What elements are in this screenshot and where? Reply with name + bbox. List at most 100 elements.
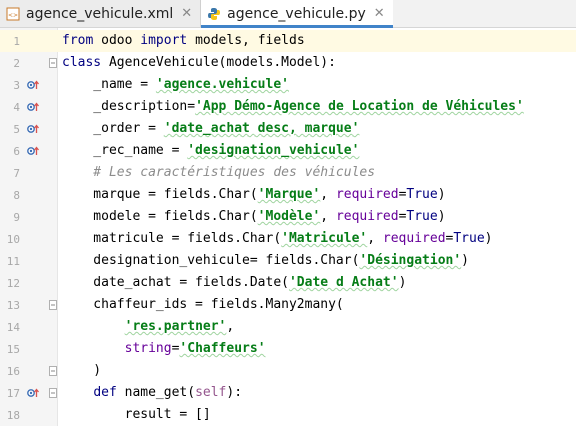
overrides-method-icon[interactable] <box>27 101 39 113</box>
token-kwa: string <box>124 341 172 356</box>
fold-icon[interactable] <box>49 58 57 68</box>
token: odoo <box>93 33 141 48</box>
code-text[interactable]: result = [] <box>62 404 211 426</box>
token-kw: True <box>406 209 438 224</box>
code-editor[interactable]: 1 from odoo import models, fields 2 class A… <box>0 28 576 426</box>
token-kwa: required <box>335 209 399 224</box>
code-text[interactable]: from odoo import models, fields <box>62 30 305 52</box>
code-line[interactable]: 12 date_achat = fields.Date('Date d Acha… <box>0 272 576 294</box>
token: matricule = fields.Char( <box>62 231 282 246</box>
tab-agence-vehicule-py[interactable]: agence_vehicule.py ✕ <box>201 0 393 28</box>
code-line[interactable]: 15 string='Chaffeurs' <box>0 338 576 360</box>
line-number: 6 <box>13 144 20 158</box>
fold-icon[interactable] <box>49 300 57 310</box>
token: ) <box>461 253 469 268</box>
token-str: 'Modèle' <box>257 209 321 224</box>
token: ) <box>398 275 407 290</box>
fold-icon[interactable] <box>49 388 57 398</box>
token: ) <box>62 363 102 378</box>
code-text[interactable]: _name = 'agence.vehicule' <box>62 74 289 96</box>
code-line[interactable]: 1 from odoo import models, fields <box>0 30 576 52</box>
line-number: 3 <box>13 78 20 92</box>
tab-label: agence_vehicule.xml <box>26 5 174 22</box>
code-text[interactable]: string='Chaffeurs' <box>62 338 266 360</box>
token: , <box>320 209 336 224</box>
line-number: 5 <box>13 122 20 136</box>
code-line[interactable]: 18 result = [] <box>0 404 576 426</box>
line-number: 2 <box>13 56 20 70</box>
code-line[interactable]: 5 _order = 'date_achat desc, marque' <box>0 118 576 140</box>
token-str: 'designation_vehicule' <box>187 143 360 158</box>
python-file-icon <box>208 7 221 20</box>
code-text[interactable]: designation_vehicule= fields.Char('Désin… <box>62 250 469 272</box>
code-line[interactable]: 6 _rec_name = 'designation_vehicule' <box>0 140 576 162</box>
token: marque = fields.Char( <box>62 187 258 202</box>
code-text[interactable]: _description='App Démo-Agence de Locatio… <box>62 96 524 118</box>
token: models, fields <box>187 33 305 48</box>
close-icon[interactable]: ✕ <box>374 6 385 21</box>
token-str: 'Désingation' <box>359 253 462 268</box>
code-text[interactable]: def name_get(self): <box>62 382 242 404</box>
code-text[interactable]: ) <box>62 360 101 382</box>
line-number: 17 <box>6 386 20 400</box>
token: designation_vehicule= fields.Char( <box>62 253 360 268</box>
token-self: self <box>195 385 227 400</box>
token: _order = <box>62 121 164 136</box>
line-number: 9 <box>13 210 20 224</box>
line-number: 11 <box>6 254 20 268</box>
line-number: 8 <box>13 188 20 202</box>
code-line[interactable]: 11 designation_vehicule= fields.Char('Dé… <box>0 250 576 272</box>
line-number: 12 <box>6 276 20 290</box>
token: AgenceVehicule(models.Model): <box>101 55 336 70</box>
code-text[interactable]: class AgenceVehicule(models.Model): <box>62 52 336 74</box>
overrides-method-icon[interactable] <box>27 145 39 157</box>
token: chaffeur_ids = fields.Many2many( <box>62 297 344 312</box>
code-text[interactable]: 'res.partner', <box>62 316 235 338</box>
close-icon[interactable]: ✕ <box>181 6 192 21</box>
token-kwa: required <box>335 187 399 202</box>
code-text[interactable]: _order = 'date_achat desc, marque' <box>62 118 359 140</box>
code-text[interactable]: chaffeur_ids = fields.Many2many( <box>62 294 344 316</box>
code-text[interactable]: matricule = fields.Char('Matricule', req… <box>62 228 492 250</box>
code-text[interactable]: # Les caractéristiques des véhicules <box>62 162 375 184</box>
code-line[interactable]: 7 # Les caractéristiques des véhicules <box>0 162 576 184</box>
token: _rec_name = <box>62 143 188 158</box>
code-line[interactable]: 9 modele = fields.Char('Modèle', require… <box>0 206 576 228</box>
token-str: 'Date d Achat' <box>288 275 399 290</box>
code-text[interactable]: marque = fields.Char('Marque', required=… <box>62 184 446 206</box>
code-line[interactable]: 8 marque = fields.Char('Marque', require… <box>0 184 576 206</box>
overrides-method-icon[interactable] <box>27 123 39 135</box>
overrides-method-icon[interactable] <box>27 79 39 91</box>
line-number: 10 <box>6 232 20 246</box>
line-number: 16 <box>6 364 20 378</box>
code-line[interactable]: 10 matricule = fields.Char('Matricule', … <box>0 228 576 250</box>
code-line[interactable]: 17 def name_get(self): <box>0 382 576 404</box>
overrides-method-icon[interactable] <box>27 387 39 399</box>
code-line[interactable]: 4 _description='App Démo-Agence de Locat… <box>0 96 576 118</box>
line-number: 14 <box>6 320 20 334</box>
code-line[interactable]: 16 ) <box>0 360 576 382</box>
tab-agence-vehicule-xml[interactable]: <> agence_vehicule.xml ✕ <box>0 0 201 27</box>
code-text[interactable]: modele = fields.Char('Modèle', required=… <box>62 206 446 228</box>
token: ) <box>437 187 446 202</box>
token: _name = <box>62 77 156 92</box>
code-line[interactable]: 3 _name = 'agence.vehicule' <box>0 74 576 96</box>
code-text[interactable]: _rec_name = 'designation_vehicule' <box>62 140 359 162</box>
line-number: 13 <box>6 298 20 312</box>
code-line[interactable]: 13 chaffeur_ids = fields.Many2many( <box>0 294 576 316</box>
token-str: 'Marque' <box>257 187 321 202</box>
token: , <box>320 187 336 202</box>
code-text[interactable]: date_achat = fields.Date('Date d Achat') <box>62 272 406 294</box>
token: name_get( <box>116 385 196 400</box>
token-kw: class <box>62 55 102 70</box>
fold-icon[interactable] <box>49 366 57 376</box>
code-line[interactable]: 14 'res.partner', <box>0 316 576 338</box>
code-line[interactable]: 2 class AgenceVehicule(models.Model): <box>0 52 576 74</box>
token: ) <box>437 209 446 224</box>
token-str: 'date_achat desc, marque' <box>163 121 360 136</box>
token-str: 'Matricule' <box>281 231 368 246</box>
token-str: 'res.partner' <box>124 319 227 334</box>
token: result = [] <box>62 407 211 422</box>
line-number: 18 <box>6 408 20 422</box>
